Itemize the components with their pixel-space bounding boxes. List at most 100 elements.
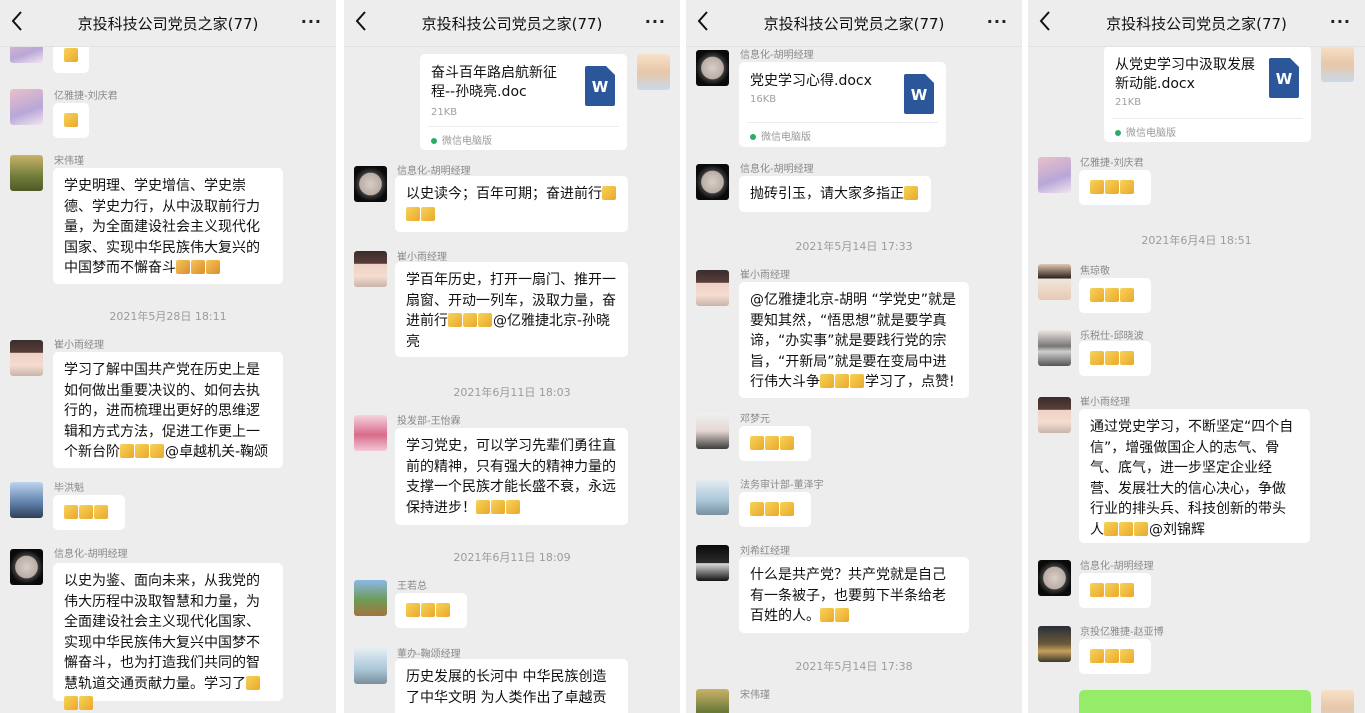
thumbs-up-emoji-icon — [79, 505, 93, 519]
avatar[interactable] — [1038, 626, 1071, 662]
avatar[interactable] — [354, 648, 387, 684]
message-bubble: 学百年历史，打开一扇门、推开一扇窗、开动一列车，汲取力量，奋进前行 @亿雅捷北京-… — [395, 262, 628, 357]
avatar[interactable] — [696, 164, 729, 200]
more-options-icon[interactable]: ··· — [645, 12, 666, 31]
thumbs-up-emoji-icon — [750, 436, 764, 450]
sender-name: 崔小雨经理 — [397, 252, 447, 263]
sender-name: 信息化-胡明经理 — [740, 50, 814, 61]
file-message-card[interactable]: 党史学习心得.docx 16KB W 微信电脑版 — [739, 62, 946, 147]
file-name: 奋斗百年路启航新征程--孙晓亮.doc — [431, 65, 557, 100]
file-size: 21KB — [431, 107, 458, 118]
timestamp: 2021年5月28日 18:11 — [109, 310, 227, 323]
sender-name: 董办-鞠颂经理 — [397, 649, 461, 660]
chat-panel-3: 京投科技公司党员之家(77) ··· 信息化-胡明经理 党史学习心得.docx … — [686, 0, 1022, 713]
avatar[interactable] — [696, 689, 729, 713]
fist-emoji-icon — [176, 260, 190, 274]
sender-name: 信息化-胡明经理 — [54, 549, 128, 560]
avatar[interactable] — [696, 50, 729, 86]
thumbs-up-emoji-icon — [780, 502, 794, 516]
sender-name: 焦琼敬 — [1080, 266, 1110, 277]
avatar[interactable] — [10, 89, 43, 125]
avatar[interactable] — [1038, 264, 1071, 300]
word-document-icon: W — [1269, 58, 1299, 98]
sender-name: 亿雅捷-刘庆君 — [1080, 158, 1144, 169]
avatar[interactable] — [1321, 46, 1354, 82]
avatar[interactable] — [10, 549, 43, 585]
thumbs-up-emoji-icon — [1105, 583, 1119, 597]
message-bubble — [1079, 170, 1151, 205]
chat-title: 京投科技公司党员之家(77) — [1106, 15, 1287, 33]
timestamp: 2021年5月14日 17:33 — [795, 240, 913, 253]
folded-hands-emoji-icon — [904, 186, 918, 200]
avatar[interactable] — [696, 270, 729, 306]
chat-panel-2: 京投科技公司党员之家(77) ··· 奋斗百年路启航新征程--孙晓亮.doc 2… — [344, 0, 680, 713]
message-text-tail: 学习了，点赞! — [865, 374, 955, 390]
thumbs-up-emoji-icon — [1120, 649, 1134, 663]
avatar[interactable] — [1038, 330, 1071, 366]
avatar[interactable] — [354, 166, 387, 202]
mention-text: @卓越机关-鞠颂 — [165, 444, 269, 460]
file-message-card[interactable]: 从党史学习中汲取发展新动能.docx 21KB W 微信电脑版 — [1104, 46, 1311, 142]
sender-name: 信息化-胡明经理 — [740, 164, 814, 175]
avatar[interactable] — [1321, 690, 1354, 713]
file-message-card[interactable]: 奋斗百年路启航新征程--孙晓亮.doc 21KB W 微信电脑版 — [420, 54, 627, 150]
thumbs-up-emoji-icon — [835, 374, 849, 388]
chat-title: 京投科技公司党员之家(77) — [763, 15, 945, 33]
thumbs-up-emoji-icon — [835, 608, 849, 622]
more-options-icon[interactable]: ··· — [987, 12, 1008, 31]
chat-panel-1: 京投科技公司党员之家(77) ··· 亿雅捷-刘庆君 宋伟瑾 学史明理、学史增信… — [0, 0, 336, 713]
avatar[interactable] — [1038, 397, 1071, 433]
avatar[interactable] — [696, 413, 729, 449]
mention-text: @刘锦辉 — [1149, 521, 1205, 538]
sender-name: 毕洪魁 — [54, 483, 84, 494]
avatar[interactable] — [637, 54, 670, 90]
more-options-icon[interactable]: ··· — [301, 12, 322, 31]
divider — [1112, 118, 1303, 119]
message-text: 通过党史学习，不断坚定“四个自信”，增强做国企人的志气、骨气、底气，进一步坚定企… — [1090, 419, 1294, 538]
sender-name: 崔小雨经理 — [1080, 397, 1130, 408]
more-options-icon[interactable]: ··· — [1330, 12, 1351, 31]
file-source: 微信电脑版 — [431, 132, 492, 147]
avatar[interactable] — [1038, 157, 1071, 193]
thumbs-up-emoji-icon — [64, 505, 78, 519]
thumbs-up-emoji-icon — [1105, 288, 1119, 302]
message-text: 学史明理、学史增信、学史崇德、学史力行，从中汲取前行力量，为全面建设社会主义现代… — [64, 178, 260, 276]
message-bubble: 历史发展的长河中 中华民族创造了中华文明 为人类作出了卓越贡 — [395, 659, 628, 713]
sender-name: 崔小雨经理 — [54, 340, 104, 351]
timestamp: 2021年6月11日 18:09 — [453, 551, 571, 564]
thumbs-up-emoji-icon — [476, 499, 490, 514]
avatar[interactable] — [354, 580, 387, 616]
avatar[interactable] — [696, 479, 729, 515]
thumbs-up-emoji-icon — [1104, 521, 1118, 536]
sender-name: 邓梦元 — [740, 414, 770, 425]
avatar[interactable] — [10, 482, 43, 518]
avatar[interactable] — [354, 251, 387, 287]
sender-name: 宋伟瑾 — [54, 156, 84, 167]
thumbs-up-emoji-icon — [421, 206, 435, 221]
sender-name: 王若总 — [397, 581, 427, 592]
avatar[interactable] — [696, 545, 729, 581]
sender-name: 乐税仕-邱晓波 — [1080, 331, 1144, 342]
thumbs-up-emoji-icon — [491, 499, 505, 514]
file-source: 微信电脑版 — [750, 128, 811, 143]
avatar[interactable] — [1038, 560, 1071, 596]
file-size: 21KB — [1115, 97, 1142, 108]
thumbs-up-emoji-icon — [1090, 180, 1104, 194]
thumbs-up-emoji-icon — [463, 313, 477, 327]
thumbs-up-emoji-icon — [150, 444, 164, 458]
thumbs-up-emoji-icon — [1105, 180, 1119, 194]
message-bubble — [1079, 341, 1151, 376]
message-bubble: 通过党史学习，不断坚定“四个自信”，增强做国企人的志气、骨气、底气，进一步坚定企… — [1079, 409, 1310, 543]
timestamp: 2021年6月4日 18:51 — [1141, 234, 1252, 247]
avatar[interactable] — [10, 155, 43, 191]
message-bubble: 以史读今；百年可期；奋进前行 — [395, 176, 628, 232]
file-size: 16KB — [750, 94, 777, 105]
avatar[interactable] — [354, 415, 387, 451]
thumbs-up-emoji-icon — [1090, 649, 1104, 663]
thumbs-up-emoji-icon — [135, 444, 149, 458]
message-bubble — [739, 492, 811, 527]
thumbs-up-emoji-icon — [1105, 649, 1119, 663]
chat-header: 京投科技公司党员之家(77) ··· — [344, 0, 680, 47]
avatar[interactable] — [10, 340, 43, 376]
sender-name: 崔小雨经理 — [740, 270, 790, 281]
